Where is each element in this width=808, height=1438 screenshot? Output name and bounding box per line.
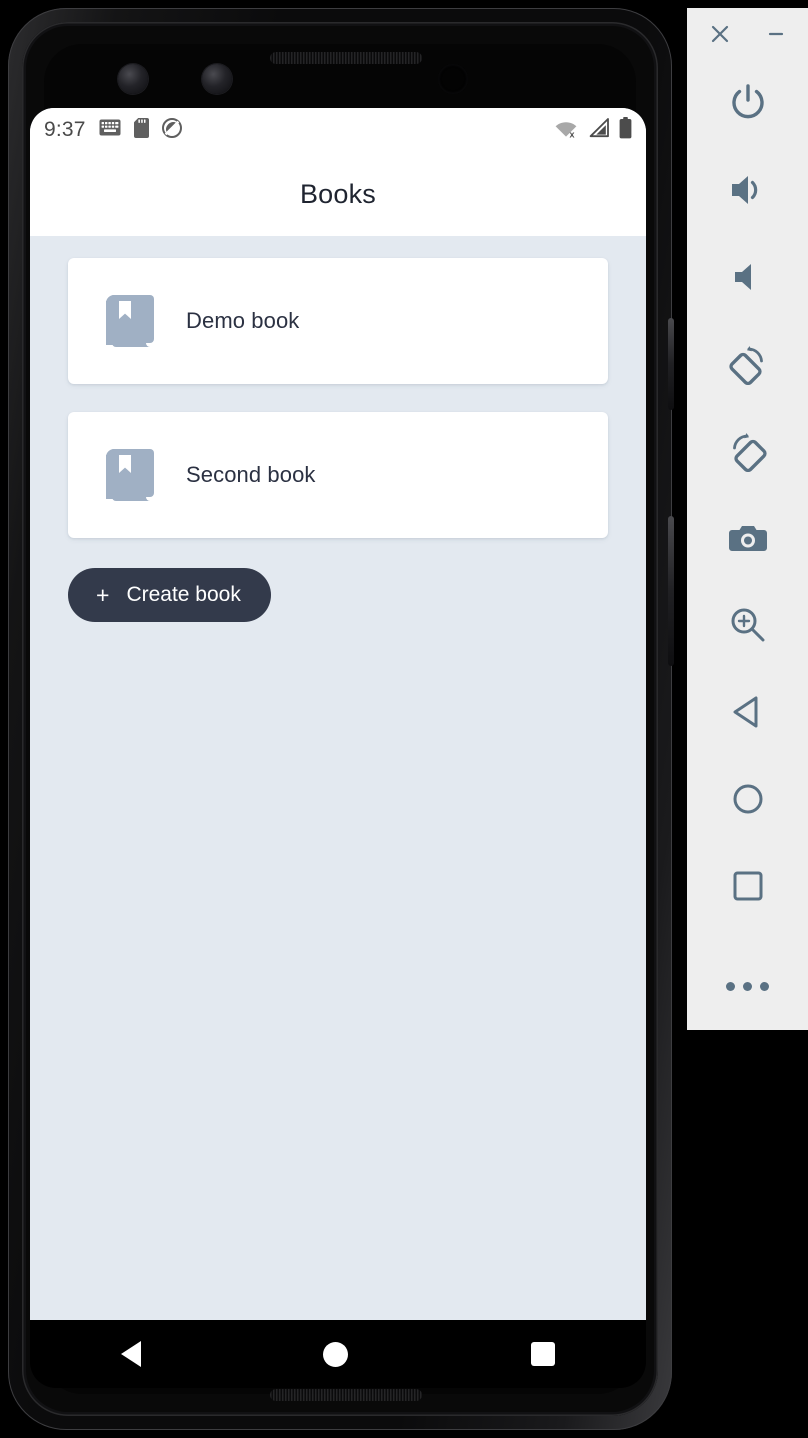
status-bar: 9:37 x bbox=[30, 108, 646, 152]
app-bar: Books bbox=[30, 152, 646, 236]
more-options-button[interactable] bbox=[687, 943, 808, 1030]
ambient-light-sensor-icon bbox=[202, 64, 232, 94]
status-bar-clock: 9:37 bbox=[44, 118, 86, 141]
close-icon[interactable] bbox=[707, 21, 733, 47]
front-camera-icon bbox=[438, 64, 468, 94]
android-navigation-bar bbox=[30, 1320, 646, 1388]
battery-icon bbox=[619, 116, 632, 144]
back-button[interactable] bbox=[687, 668, 808, 755]
create-book-button[interactable]: + Create book bbox=[68, 568, 271, 622]
hardware-power-button[interactable] bbox=[668, 318, 674, 410]
list-item[interactable]: Demo book bbox=[68, 258, 608, 384]
hardware-volume-rocker[interactable] bbox=[668, 516, 674, 666]
book-title: Demo book bbox=[186, 308, 300, 333]
more-dot-icon bbox=[760, 982, 769, 992]
plus-icon: + bbox=[96, 581, 110, 608]
volume-up-button[interactable] bbox=[687, 146, 808, 233]
rotate-left-button[interactable] bbox=[687, 320, 808, 407]
cellular-signal-icon bbox=[588, 117, 610, 143]
more-dot-icon bbox=[726, 982, 735, 992]
book-title: Second book bbox=[186, 462, 316, 487]
status-bar-right: x bbox=[555, 108, 632, 152]
list-item[interactable]: Second book bbox=[68, 412, 608, 538]
proximity-sensor-icon bbox=[118, 64, 148, 94]
zoom-in-button[interactable] bbox=[687, 581, 808, 668]
minimize-icon[interactable] bbox=[763, 21, 789, 47]
overview-button[interactable] bbox=[687, 842, 808, 929]
nav-home-icon[interactable] bbox=[323, 1341, 349, 1367]
sd-card-icon bbox=[133, 117, 149, 143]
keyboard-icon bbox=[99, 119, 121, 141]
book-icon bbox=[106, 449, 154, 501]
rotate-right-button[interactable] bbox=[687, 407, 808, 494]
create-book-label: Create book bbox=[126, 583, 241, 606]
volume-down-button[interactable] bbox=[687, 233, 808, 320]
page-title: Books bbox=[299, 178, 377, 209]
do-not-disturb-icon bbox=[161, 117, 182, 143]
wifi-off-icon: x bbox=[555, 118, 579, 143]
emulator-toolbar bbox=[687, 8, 808, 1030]
home-button[interactable] bbox=[687, 755, 808, 842]
book-list: Demo book Second book + Create book bbox=[30, 236, 646, 622]
svg-text:x: x bbox=[570, 129, 575, 138]
more-dot-icon bbox=[743, 982, 752, 992]
nav-recents-icon[interactable] bbox=[530, 1342, 555, 1366]
status-bar-left: 9:37 bbox=[44, 117, 182, 143]
nav-back-icon[interactable] bbox=[121, 1341, 142, 1367]
bottom-speaker-grille bbox=[270, 1389, 422, 1401]
screenshot-camera-button[interactable] bbox=[687, 494, 808, 581]
window-controls bbox=[687, 8, 808, 59]
earpiece-speaker-grille bbox=[270, 52, 422, 64]
power-button[interactable] bbox=[687, 59, 808, 146]
phone-screen: 9:37 x Books Demo book Second book + Cre… bbox=[30, 108, 646, 1320]
book-icon bbox=[106, 295, 154, 347]
